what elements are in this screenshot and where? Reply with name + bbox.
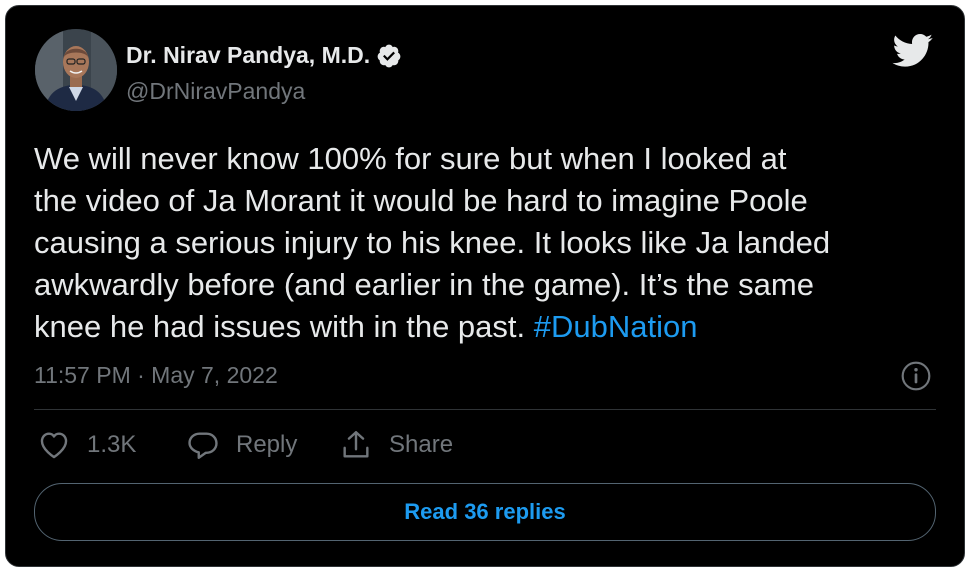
tweet-text: We will never know 100% for sure but whe…: [34, 138, 934, 348]
read-replies-button[interactable]: Read 36 replies: [34, 483, 936, 541]
twitter-bird-icon[interactable]: [892, 34, 934, 68]
tweet-text-line: the video of Ja Morant it would be hard …: [34, 183, 808, 218]
tweet-text-line: awkwardly before (and earlier in the gam…: [34, 267, 814, 302]
like-button[interactable]: 1.3K: [37, 428, 136, 462]
reply-label: Reply: [236, 431, 298, 458]
tweet-timestamp[interactable]: 11:57 PM · May 7, 2022: [34, 362, 278, 389]
author-display-name[interactable]: Dr. Nirav Pandya, M.D.: [126, 42, 370, 69]
share-label: Share: [389, 431, 454, 458]
author-handle[interactable]: @DrNiravPandya: [126, 78, 305, 105]
author-name-row: Dr. Nirav Pandya, M.D.: [126, 42, 402, 69]
reply-bubble-icon: [188, 432, 218, 459]
info-icon[interactable]: [900, 360, 932, 392]
share-button[interactable]: Share: [339, 428, 453, 462]
reply-button[interactable]: Reply: [186, 428, 297, 462]
like-count: 1.3K: [87, 431, 137, 458]
share-icon: [343, 431, 369, 458]
divider: [34, 409, 936, 410]
tweet-text-line: knee he had issues with in the past.: [34, 309, 534, 344]
heart-icon: [40, 432, 68, 459]
tweet-text-line: We will never know 100% for sure but whe…: [34, 141, 787, 176]
hashtag-link[interactable]: #DubNation: [534, 309, 698, 344]
tweet-card: Dr. Nirav Pandya, M.D. @DrNiravPandya We…: [5, 5, 965, 567]
tweet-text-line: causing a serious injury to his knee. It…: [34, 225, 831, 260]
avatar[interactable]: [35, 29, 117, 111]
verified-badge-icon: [377, 44, 401, 67]
